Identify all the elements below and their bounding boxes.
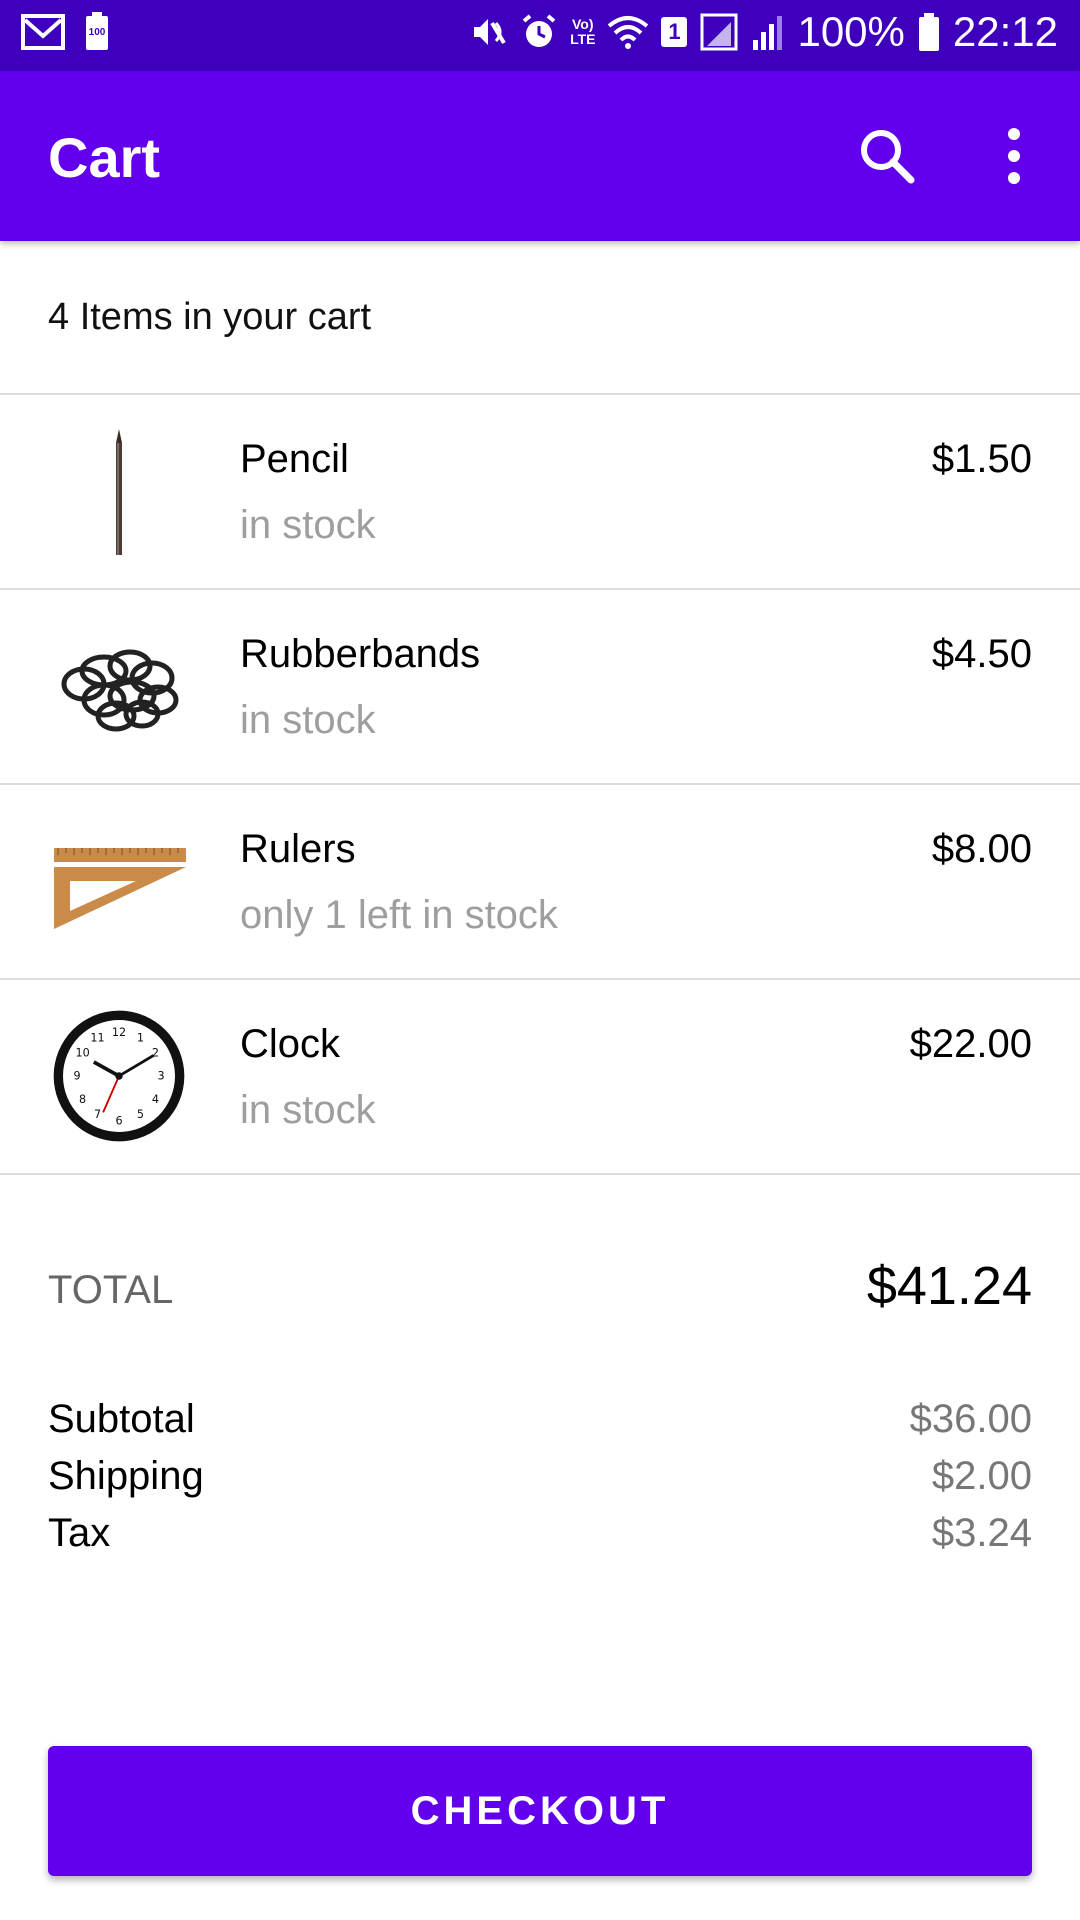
svg-text:8: 8 xyxy=(79,1093,86,1106)
item-price: $8.00 xyxy=(931,827,1032,871)
alarm-icon xyxy=(522,14,556,47)
item-price: $4.50 xyxy=(931,632,1032,676)
svg-text:6: 6 xyxy=(115,1115,122,1128)
status-left-icons: 100 xyxy=(20,12,110,52)
item-name: Rulers xyxy=(240,827,356,871)
item-stock: in stock xyxy=(240,1088,376,1132)
svg-text:7: 7 xyxy=(94,1108,101,1121)
signal-1-icon xyxy=(700,13,738,51)
item-stock: in stock xyxy=(240,503,376,547)
subtotal-label: Subtotal xyxy=(48,1397,195,1441)
svg-text:10: 10 xyxy=(75,1046,89,1059)
item-name: Clock xyxy=(240,1022,341,1066)
gmail-icon xyxy=(21,14,65,50)
item-price: $22.00 xyxy=(909,1022,1032,1066)
cart-item-rubberbands[interactable]: Rubberbands in stock $4.50 xyxy=(0,590,1080,783)
wifi-icon xyxy=(608,16,649,49)
pencil-image xyxy=(116,429,122,555)
more-vert-icon[interactable] xyxy=(990,124,1038,188)
item-name: Pencil xyxy=(240,437,349,481)
total-value: $41.24 xyxy=(866,1256,1032,1316)
svg-text:1: 1 xyxy=(137,1031,144,1044)
svg-text:3: 3 xyxy=(157,1070,164,1083)
svg-text:5: 5 xyxy=(137,1108,144,1121)
svg-text:12: 12 xyxy=(112,1026,126,1039)
clock-time: 22:12 xyxy=(952,8,1058,55)
divider xyxy=(0,1173,1080,1175)
svg-text:4: 4 xyxy=(152,1093,159,1106)
item-stock: only 1 left in stock xyxy=(240,893,558,937)
network-label: LTE xyxy=(570,31,596,47)
status-right: Vo) LTE 1 100% 22:12 xyxy=(470,8,1058,56)
notification-badge-icon: 100 xyxy=(84,12,110,52)
subtotal-value: $36.00 xyxy=(909,1397,1032,1441)
shipping-label: Shipping xyxy=(48,1454,204,1498)
cart-item-rulers[interactable]: Rulers only 1 left in stock $8.00 xyxy=(0,785,1080,978)
signal-2-icon xyxy=(753,16,783,50)
mute-vibrate-icon xyxy=(474,19,506,45)
svg-text:9: 9 xyxy=(73,1070,80,1083)
sim-slot-icon: 1 xyxy=(661,17,688,47)
item-price: $1.50 xyxy=(931,437,1032,481)
item-stock: in stock xyxy=(240,698,376,742)
battery-icon xyxy=(918,13,939,51)
item-name: Rubberbands xyxy=(240,632,481,676)
rubberbands-image xyxy=(61,649,179,732)
clock-image: 12 12 345 678 91011 xyxy=(53,1010,185,1142)
battery-percent: 100% xyxy=(797,8,905,55)
svg-text:11: 11 xyxy=(90,1031,104,1044)
tax-label: Tax xyxy=(48,1511,111,1555)
app-bar: Cart xyxy=(0,71,1080,241)
rulers-image xyxy=(54,848,186,929)
status-bar: 100 Vo) LTE 1 100% 22:12 xyxy=(0,0,1080,71)
page-title: Cart xyxy=(48,126,161,189)
search-icon[interactable] xyxy=(855,124,919,188)
cart-item-clock[interactable]: 12 1 2 345 678 9 10 11 Clock in stock $22.00 xyxy=(0,980,1080,1173)
shipping-value: $2.00 xyxy=(931,1454,1032,1498)
checkout-button[interactable]: CHECKOUT xyxy=(48,1746,1032,1876)
notification-badge-text: 100 xyxy=(88,27,106,38)
total-label: TOTAL xyxy=(48,1268,174,1312)
cart-item-pencil[interactable]: Pencil in stock $1.50 xyxy=(0,395,1080,588)
cart-count: 4 Items in your cart xyxy=(48,296,372,338)
volte-icon: Vo) LTE xyxy=(570,16,596,47)
tax-value: $3.24 xyxy=(931,1511,1032,1555)
